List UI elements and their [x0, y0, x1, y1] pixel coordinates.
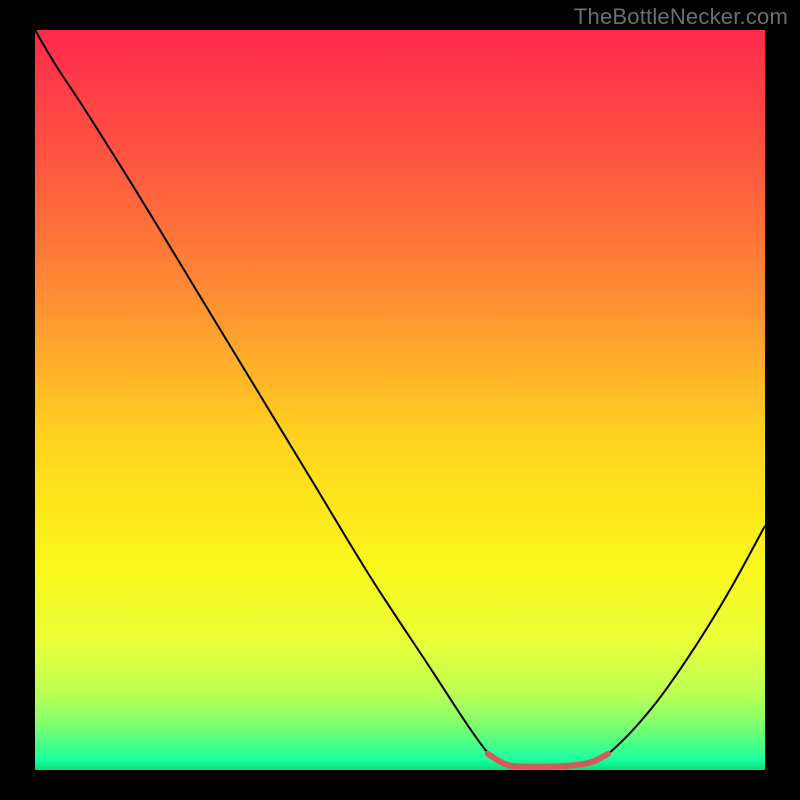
watermark-label: TheBottleNecker.com: [574, 4, 788, 30]
chart-container: [0, 0, 800, 800]
bottleneck-chart: [0, 0, 800, 800]
plot-background: [35, 30, 765, 770]
